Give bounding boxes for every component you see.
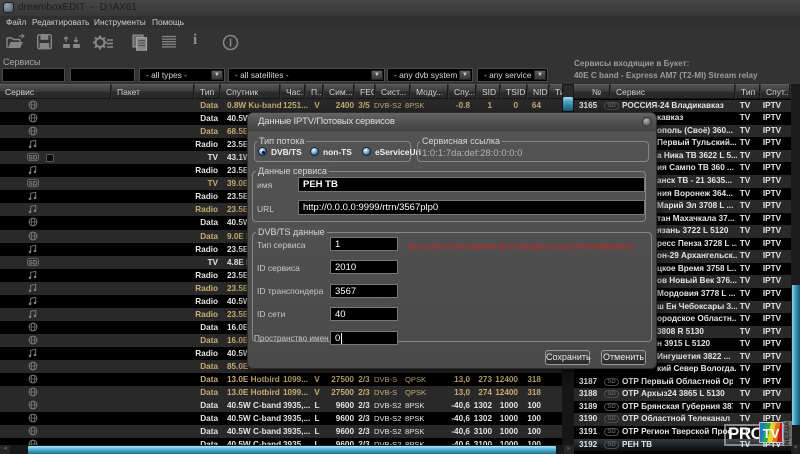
svg-text:SD: SD [29,181,38,188]
svg-text:SD: SD [29,154,38,161]
svg-text:SD: SD [29,259,38,266]
